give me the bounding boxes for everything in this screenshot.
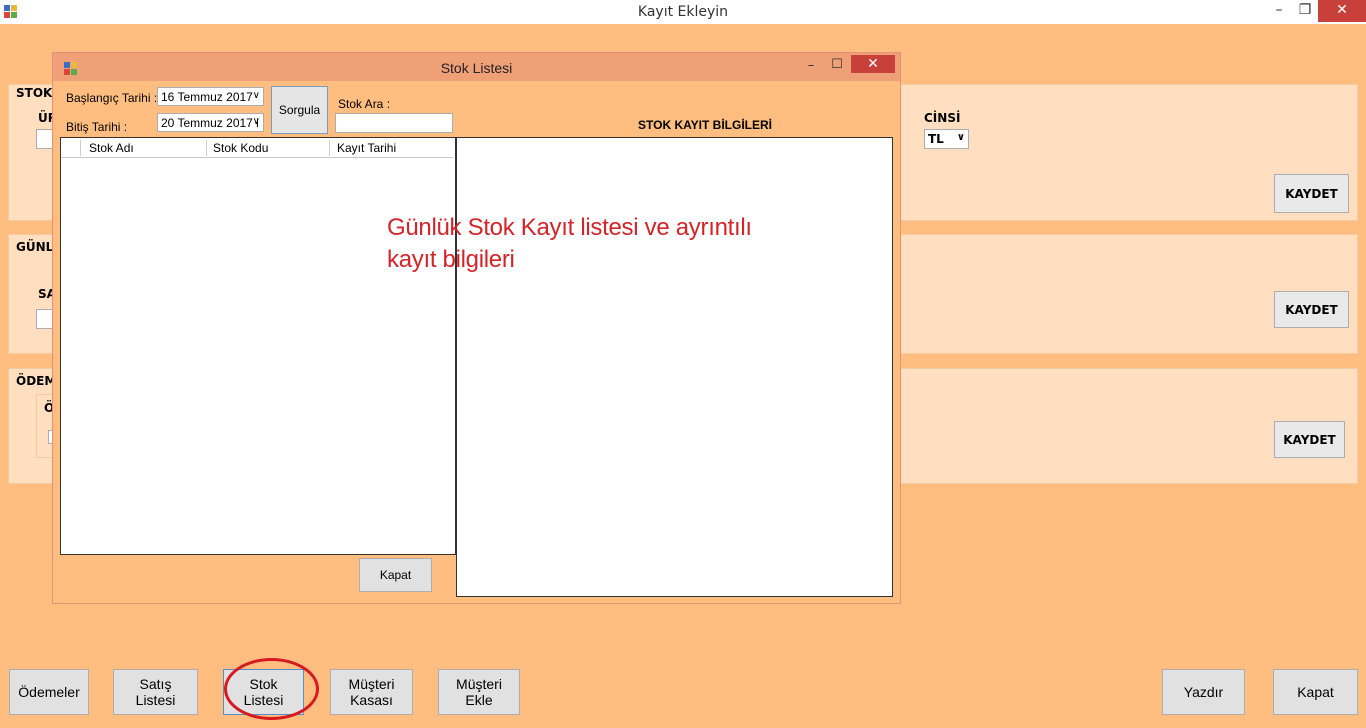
odemeler-button[interactable]: Ödemeler — [9, 669, 89, 715]
stok-ara-input[interactable] — [335, 113, 453, 133]
chevron-down-icon: ∨ — [252, 116, 260, 127]
kaydet-button-3[interactable]: KAYDET — [1274, 421, 1345, 458]
column-header-stok-adi[interactable]: Stok Adı — [89, 141, 134, 155]
odeme-group-label: ÖDEM — [16, 374, 57, 388]
baslangic-tarihi-value: 16 Temmuz 2017 — [161, 90, 253, 104]
musteri-ekle-line1: Müşteri — [456, 676, 502, 692]
annotation-line-1: Günlük Stok Kayıt listesi ve ayrıntılı — [387, 214, 752, 241]
column-header-kayit-tarihi[interactable]: Kayıt Tarihi — [337, 141, 396, 155]
stok-ara-label: Stok Ara : — [338, 97, 391, 111]
satis-listesi-line2: Listesi — [135, 692, 176, 708]
musteri-kasasi-line2: Kasası — [350, 692, 393, 708]
sorgula-button[interactable]: Sorgula — [271, 86, 328, 134]
main-window-title: Kayıt Ekleyin — [637, 4, 729, 20]
bitis-tarihi-value: 20 Temmuz 2017 l — [161, 116, 259, 130]
annotation-line-2: kayıt bilgileri — [387, 246, 515, 273]
bitis-tarihi-label: Bitiş Tarihi : — [66, 120, 128, 134]
cinsi-select[interactable]: TL ∨ — [924, 129, 969, 149]
column-header-stok-kodu[interactable]: Stok Kodu — [213, 141, 268, 155]
musteri-ekle-button[interactable]: Müşteri Ekle — [438, 669, 520, 715]
satis-listesi-button[interactable]: Satış Listesi — [113, 669, 198, 715]
dialog-title: Stok Listesi — [440, 60, 513, 76]
gunluk-group-label: GÜNL — [16, 240, 54, 254]
main-title-bar: Kayıt Ekleyin – ❐ ✕ — [0, 0, 1366, 24]
annotation-text: Günlük Stok Kayıt listesi ve ayrıntılı k… — [387, 212, 752, 276]
dialog-kapat-button[interactable]: Kapat — [359, 558, 432, 592]
stok-kayit-detail-panel — [456, 137, 893, 597]
chevron-down-icon: ∨ — [252, 90, 260, 101]
musteri-kasasi-line1: Müşteri — [348, 676, 395, 692]
column-separator — [329, 140, 330, 156]
bitis-tarihi-picker[interactable]: 20 Temmuz 2017 l ∨ — [157, 113, 264, 132]
restore-button[interactable]: ❐ — [1292, 0, 1318, 22]
stok-kayit-bilgileri-title: STOK KAYIT BİLGİLERİ — [638, 118, 773, 132]
minimize-button[interactable]: – — [1266, 0, 1292, 22]
kapat-button[interactable]: Kapat — [1273, 669, 1358, 715]
baslangic-tarihi-label: Başlangıç Tarihi : — [66, 91, 158, 105]
yazdir-button[interactable]: Yazdır — [1162, 669, 1245, 715]
dialog-title-bar: Stok Listesi – ☐ ✕ — [53, 53, 900, 81]
stok-group-label: STOK — [16, 86, 53, 100]
dialog-minimize-button[interactable]: – — [801, 56, 821, 76]
baslangic-tarihi-picker[interactable]: 16 Temmuz 2017 ∨ — [157, 87, 264, 106]
stok-listesi-dialog: Stok Listesi – ☐ ✕ Başlangıç Tarihi : 16… — [52, 52, 901, 604]
dialog-maximize-button[interactable]: ☐ — [827, 55, 847, 75]
stok-grid[interactable]: Stok Adı Stok Kodu Kayıt Tarihi — [60, 137, 456, 555]
kaydet-button-1[interactable]: KAYDET — [1274, 174, 1349, 213]
close-button[interactable]: ✕ — [1318, 0, 1366, 22]
column-separator — [80, 140, 81, 156]
cinsi-label: CİNSİ — [924, 111, 961, 125]
satis-listesi-line1: Satış — [139, 676, 172, 692]
chevron-down-icon: ∨ — [956, 132, 965, 143]
musteri-kasasi-button[interactable]: Müşteri Kasası — [330, 669, 413, 715]
dialog-close-button[interactable]: ✕ — [851, 55, 895, 73]
grid-header: Stok Adı Stok Kodu Kayıt Tarihi — [61, 138, 453, 158]
cinsi-value: TL — [928, 132, 944, 146]
kaydet-button-2[interactable]: KAYDET — [1274, 291, 1349, 328]
musteri-ekle-line2: Ekle — [465, 692, 493, 708]
highlight-circle — [224, 658, 319, 720]
column-separator — [206, 140, 207, 156]
